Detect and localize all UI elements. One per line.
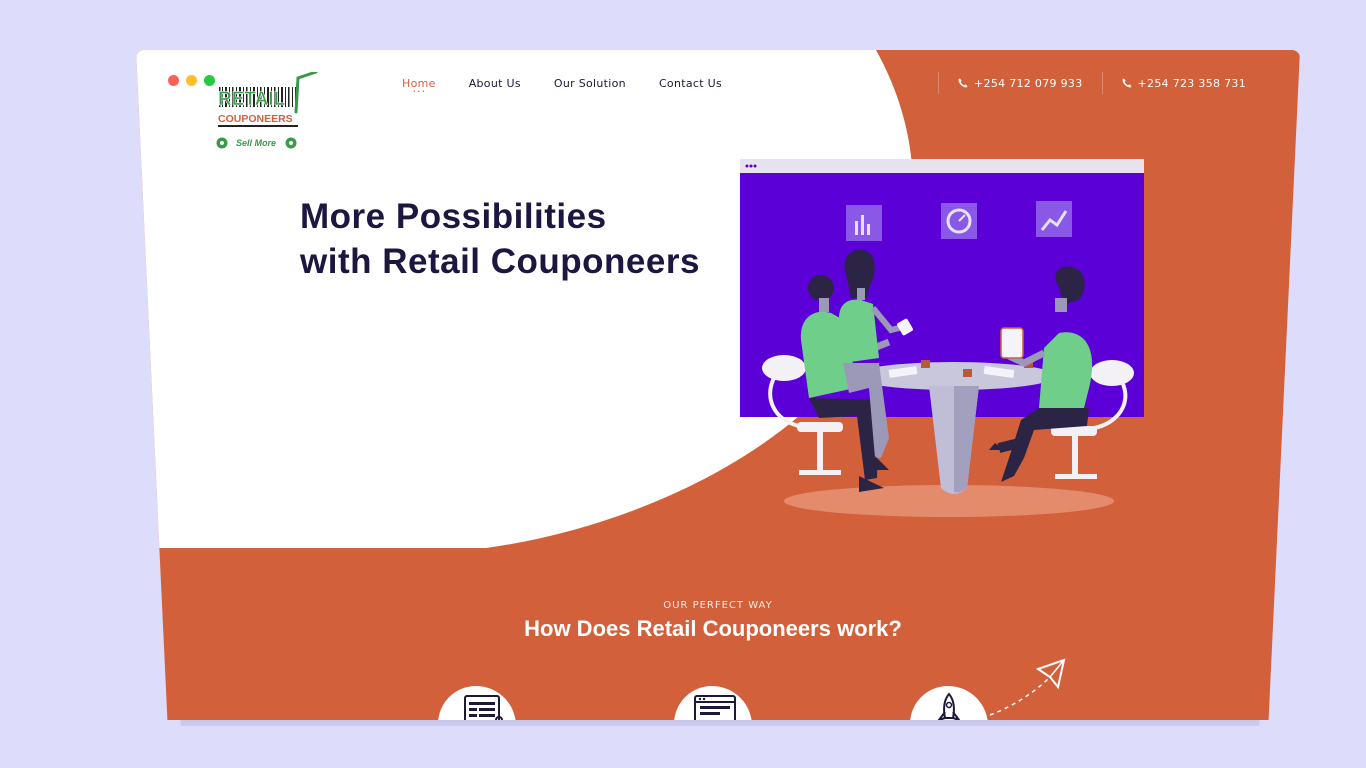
- logo-line2: COUPONEERS: [218, 113, 293, 125]
- nav-our-solution[interactable]: Our Solution: [554, 77, 626, 90]
- window-controls: [168, 75, 215, 86]
- document-list-icon: [464, 695, 503, 720]
- browser-window-icon: [694, 695, 736, 720]
- nav-contact-us[interactable]: Contact Us: [659, 77, 722, 90]
- retail-couponeers-logo-icon: RETAIL COUPONEERS Sell More: [216, 70, 318, 149]
- headline-line2: with Retail Couponeers: [300, 242, 700, 281]
- maximize-dot[interactable]: [204, 75, 215, 86]
- phone-number-1: +254 712 079 933: [974, 76, 1083, 90]
- rocket-icon: [936, 692, 962, 720]
- phone-icon: [1122, 78, 1131, 88]
- nav-about-us[interactable]: About Us: [469, 77, 521, 90]
- browser-window: RETAIL COUPONEERS Sell More Home About U…: [136, 50, 1300, 720]
- phone-link-1[interactable]: +254 712 079 933: [938, 72, 1102, 94]
- section-title: How Does Retail Couponeers work?: [524, 616, 902, 641]
- hero-headline: More Possibilities with Retail Couponeer…: [300, 194, 700, 284]
- logo-tagline: Sell More: [236, 138, 276, 148]
- logo-line1: RETAIL: [218, 89, 286, 110]
- phone-icon: [958, 78, 968, 88]
- nav-home[interactable]: Home: [402, 77, 436, 90]
- phone-number-2: +254 723 358 731: [1137, 76, 1246, 90]
- minimize-dot[interactable]: [186, 75, 197, 86]
- close-dot[interactable]: [168, 75, 179, 86]
- phone-link-2[interactable]: +254 723 358 731: [1101, 72, 1266, 94]
- team-meeting-illustration: [740, 159, 1144, 517]
- paper-plane-icon: [989, 658, 1066, 716]
- section-eyebrow: OUR PERFECT WAY: [663, 600, 773, 611]
- main-nav: Home About Us Our Solution Contact Us: [402, 77, 722, 90]
- contact-phones: +254 712 079 933 +254 723 358 731: [938, 68, 1265, 98]
- headline-line1: More Possibilities: [300, 197, 607, 236]
- line-chart-icon: [1036, 201, 1072, 237]
- site-logo[interactable]: RETAIL COUPONEERS Sell More: [216, 70, 326, 152]
